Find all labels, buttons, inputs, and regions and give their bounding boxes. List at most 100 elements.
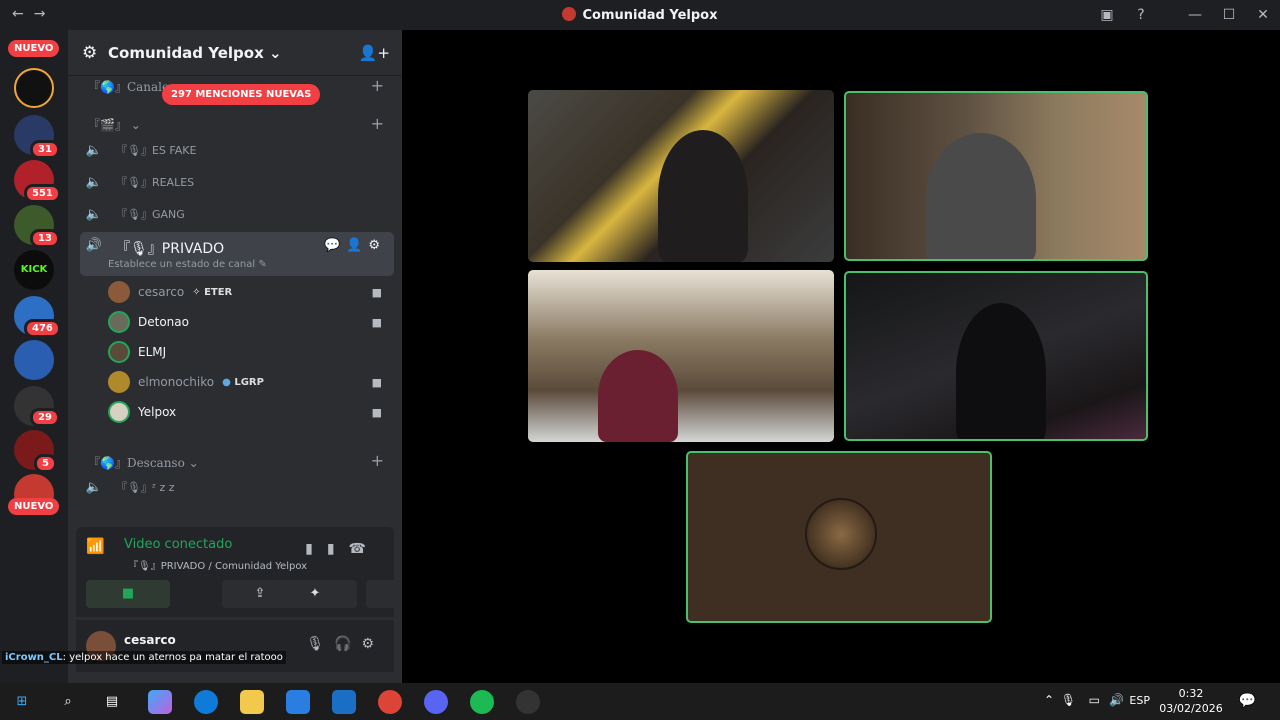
guild-name[interactable]: Comunidad Yelpox ⌄ — [108, 44, 282, 62]
category-2[interactable]: 『🎬』 ⌄ — [88, 116, 141, 133]
notifications-icon[interactable]: 💬 — [1239, 693, 1256, 709]
participant-video — [926, 133, 1036, 259]
window-title-text: Comunidad Yelpox — [582, 8, 718, 23]
add-channel-icon[interactable]: + — [371, 76, 384, 95]
avatar — [805, 498, 877, 570]
obs-icon[interactable] — [516, 690, 540, 714]
voice-channel-privado[interactable]: 🔊 『🎙』PRIVADO Establece un estado de cana… — [80, 232, 394, 276]
windows-taskbar: ⊞ ⌕ ▤ ⌃ 🎙 ▭ 🔊 ESP 0:32 03/02/2026 💬 — [0, 683, 1280, 720]
add-channel-icon[interactable]: + — [371, 451, 384, 470]
video-tile-avatar[interactable] — [686, 451, 992, 623]
title-bar: ←→ Comunidad Yelpox ▣ ? — ☐ ✕ — [0, 0, 1280, 30]
microphone-icon[interactable]: 🎙 — [306, 636, 334, 652]
unread-badge: 476 — [24, 319, 61, 338]
tray-mic-icon[interactable]: 🎙 — [1061, 693, 1076, 707]
network-icon[interactable]: ▭ — [1089, 693, 1100, 707]
camera-icon: ■ — [371, 375, 382, 389]
speaker-icon: 🔈 — [85, 174, 103, 190]
kick-server-icon[interactable]: KICK — [14, 250, 54, 290]
noise-suppression-icon[interactable]: ▮▮ — [305, 541, 348, 557]
unread-badge: 551 — [24, 184, 61, 203]
voice-member[interactable]: elmonochiko ● LGRP ■ — [108, 369, 398, 395]
voice-channel-es-fake[interactable]: 🔈 『🎙』ES FAKE — [80, 136, 394, 164]
language-indicator[interactable]: ESP — [1129, 694, 1150, 707]
user-controls: 🎙🎧⚙ — [306, 636, 384, 652]
volume-icon[interactable]: 🔊 — [1109, 693, 1124, 707]
server-settings-icon[interactable]: ⚙ — [82, 43, 97, 63]
server-logo-icon — [562, 7, 577, 21]
maximize-button[interactable]: ☐ — [1212, 7, 1246, 23]
server-icon[interactable] — [14, 68, 54, 108]
voice-connected-title[interactable]: Video conectado — [124, 537, 232, 552]
user-settings-icon[interactable]: ⚙ — [361, 636, 384, 652]
task-view-icon[interactable]: ▤ — [100, 690, 124, 714]
guild-header[interactable]: ⚙ Comunidad Yelpox ⌄ 👤+ — [68, 30, 402, 76]
video-tile[interactable] — [528, 270, 834, 442]
chrome-icon[interactable] — [378, 690, 402, 714]
member-tag: ● LGRP — [222, 377, 264, 388]
user-name[interactable]: cesarco — [124, 633, 176, 647]
camera-button[interactable]: ■ — [86, 580, 170, 608]
video-tile[interactable] — [844, 91, 1148, 261]
camera-icon: ■ — [371, 405, 382, 419]
invite-icon[interactable]: 👤+ — [359, 44, 390, 62]
headphones-icon[interactable]: 🎧 — [334, 636, 361, 652]
discord-icon[interactable] — [424, 690, 448, 714]
voice-member[interactable]: Yelpox ■ — [108, 399, 398, 425]
member-name: Yelpox — [138, 405, 177, 419]
voice-channel-path[interactable]: 『🎙』PRIVADO / Comunidad Yelpox — [128, 557, 307, 572]
start-icon[interactable]: ⊞ — [10, 690, 34, 714]
voice-channel-zzz[interactable]: 🔈 『🎙』ᶻ z 𝗓 — [80, 473, 394, 501]
minimize-button[interactable]: — — [1178, 7, 1212, 23]
search-icon[interactable]: ⌕ — [56, 690, 80, 714]
mail-icon[interactable] — [332, 690, 356, 714]
channel-label: 『🎙』ᶻ z 𝗓 — [116, 481, 175, 494]
file-explorer-icon[interactable] — [240, 690, 264, 714]
server-icon[interactable] — [14, 340, 54, 380]
help-icon[interactable]: ? — [1124, 7, 1158, 23]
channel-label: 『🎙』ES FAKE — [116, 144, 197, 157]
voice-member[interactable]: Detonao ■ — [108, 309, 398, 335]
chat-icon[interactable]: 💬 — [324, 238, 346, 253]
video-tile[interactable] — [528, 90, 834, 262]
voice-member[interactable]: cesarco ✧ ETER ■ — [108, 279, 398, 305]
voice-channel-gang[interactable]: 🔈 『🎙』GANG — [80, 200, 394, 228]
edge-icon[interactable] — [194, 690, 218, 714]
channel-status[interactable]: Establece un estado de canal ✎ — [108, 259, 267, 270]
close-button[interactable]: ✕ — [1246, 7, 1280, 23]
new-pill-bottom[interactable]: NUEVO — [8, 498, 60, 515]
clock[interactable]: 0:32 03/02/2026 — [1156, 686, 1226, 716]
new-pill-top[interactable]: NUEVO — [8, 40, 60, 57]
speaker-icon: 🔈 — [85, 479, 103, 495]
add-channel-icon[interactable]: + — [371, 114, 384, 133]
tray-chevron-icon[interactable]: ⌃ — [1044, 693, 1054, 707]
channel-label: 『🎙』PRIVADO — [116, 241, 225, 257]
inbox-icon[interactable]: ▣ — [1090, 7, 1124, 23]
video-tile[interactable] — [844, 271, 1148, 441]
member-tag-text: LGRP — [234, 376, 264, 388]
chat-message: : yelpox hace un aternos pa matar el rat… — [62, 652, 283, 663]
disconnect-icon[interactable]: ☎ — [349, 541, 380, 557]
mentions-pill[interactable]: 297 MENCIONES NUEVAS — [162, 84, 321, 105]
avatar — [108, 401, 130, 423]
channel-label: 『🎙』REALES — [116, 176, 195, 189]
discord-window: ←→ Comunidad Yelpox ▣ ? — ☐ ✕ NUEVO 31 5… — [0, 0, 1280, 683]
category-descanso[interactable]: 『🌎』Descanso ⌄ — [88, 454, 199, 471]
category-2-label: 『🎬』 — [88, 118, 127, 132]
store-icon[interactable] — [286, 690, 310, 714]
system-tray: ⌃ 🎙 ▭ 🔊 ESP 0:32 03/02/2026 💬 — [1020, 683, 1280, 720]
tag-badge-icon: ● — [222, 376, 231, 388]
spotify-icon[interactable] — [470, 690, 494, 714]
channel-settings-icon[interactable]: ⚙ — [368, 238, 386, 253]
voice-member[interactable]: ELMJ — [108, 339, 398, 365]
signal-icon: 📶 — [86, 537, 105, 555]
chat-nick: iCrown_CL — [5, 652, 63, 663]
activities-button[interactable]: ✦ — [273, 580, 357, 608]
member-tag: ✧ ETER — [192, 286, 233, 298]
window-title: Comunidad Yelpox — [0, 7, 1280, 23]
speaker-icon: 🔊 — [85, 238, 103, 253]
invite-member-icon[interactable]: 👤 — [346, 238, 368, 253]
copilot-icon[interactable] — [148, 690, 172, 714]
member-name: elmonochiko — [138, 375, 215, 389]
voice-channel-reales[interactable]: 🔈 『🎙』REALES — [80, 168, 394, 196]
